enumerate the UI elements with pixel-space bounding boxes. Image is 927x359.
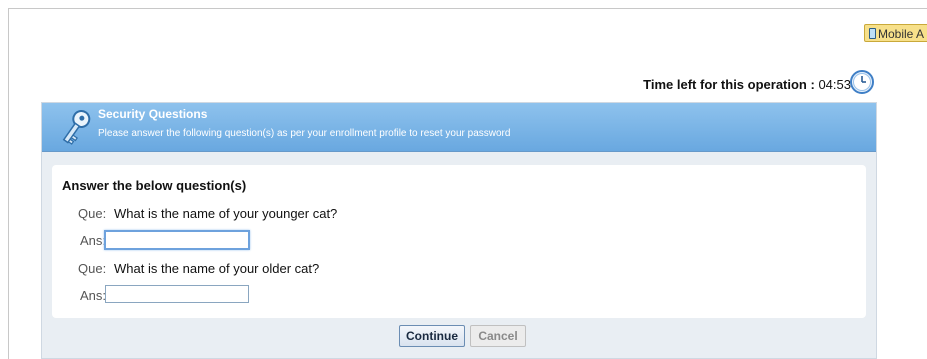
- answer-2-input[interactable]: [105, 285, 249, 303]
- security-questions-panel: Security Questions Please answer the fol…: [41, 102, 877, 359]
- form-heading: Answer the below question(s): [62, 178, 247, 193]
- question-2-text: What is the name of your older cat?: [114, 261, 320, 276]
- time-left-label: Time left for this operation :: [643, 77, 815, 92]
- panel-subtitle: Please answer the following question(s) …: [98, 128, 511, 139]
- que-label-2: Que:: [78, 261, 107, 276]
- que-label-1: Que:: [78, 206, 107, 221]
- time-left-value: 04:53: [818, 77, 851, 92]
- question-form: Answer the below question(s) Que: What i…: [52, 165, 866, 318]
- page-frame-left: [8, 8, 9, 359]
- continue-button[interactable]: Continue: [399, 325, 465, 347]
- page-frame-top: [8, 8, 927, 9]
- clock-icon: [850, 70, 874, 94]
- panel-title: Security Questions: [98, 107, 208, 121]
- mobile-app-button[interactable]: Mobile A: [864, 24, 927, 42]
- ans-label-1: Ans:: [80, 233, 107, 248]
- mobile-app-label: Mobile A: [878, 27, 925, 41]
- panel-header: Security Questions Please answer the fol…: [42, 103, 876, 152]
- cancel-button[interactable]: Cancel: [470, 325, 526, 347]
- key-icon: [62, 109, 91, 145]
- mobile-phone-icon: [869, 28, 876, 39]
- question-1-text: What is the name of your younger cat?: [114, 206, 338, 221]
- answer-1-input[interactable]: [104, 230, 250, 250]
- time-left-indicator: Time left for this operation : 04:53: [643, 77, 851, 92]
- ans-label-2: Ans:: [80, 288, 107, 303]
